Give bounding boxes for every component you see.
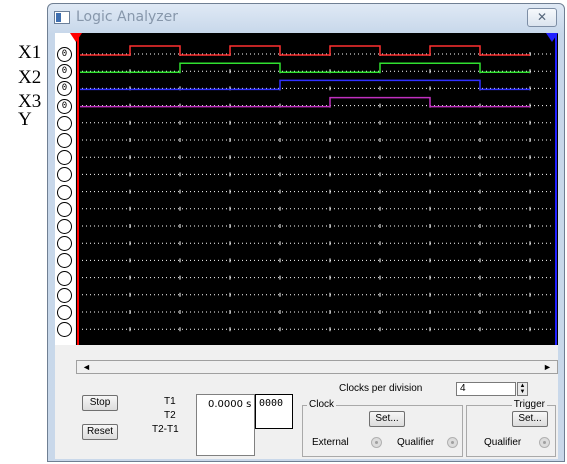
scroll-left-button[interactable]: ◄ [79,362,94,372]
arrow-right-icon: ► [543,362,552,372]
probe-pin-3[interactable]: 0 [57,81,72,97]
probe-pin-4[interactable]: 0 [57,98,72,114]
waveform-svg [77,33,557,345]
probe-pin-6[interactable] [57,133,72,148]
t2-label: T2 [164,410,176,421]
external-radio[interactable] [371,437,382,448]
y-label: Y [18,109,32,130]
counter-readout: 0000 [255,394,293,429]
logic-analyzer-window: Logic Analyzer ✕ 0000 ◄ ► Stop Reset T1 … [47,3,565,462]
time-readout: 0.0000 s [196,394,255,456]
probe-pin-7[interactable] [57,150,72,166]
trigger-group: Trigger Set... Qualifier [466,399,556,457]
stop-button[interactable]: Stop [82,395,118,411]
control-panel: Stop Reset T1 T2 T2-T1 0.0000 s 0000 Clo… [55,379,558,459]
reset-button[interactable]: Reset [82,424,118,440]
clocks-per-division-stepper[interactable]: ▲ ▼ [517,382,528,396]
probe-pin-13[interactable] [57,253,72,269]
window-title: Logic Analyzer [76,9,178,25]
clock-qualifier-radio[interactable] [447,437,458,448]
clocks-per-division-label: Clocks per division [339,383,423,394]
trigger-qualifier-radio[interactable] [539,437,550,448]
trigger-set-button[interactable]: Set... [512,411,548,427]
external-label: External [312,437,349,448]
probe-pin-16[interactable] [57,305,72,320]
cursor-t2-flag-icon [546,33,558,42]
scroll-right-button[interactable]: ► [540,362,555,372]
pin-column: 0000 [55,33,75,345]
cursor-t1-marker[interactable] [70,33,82,43]
title-bar[interactable]: Logic Analyzer ✕ [48,4,564,32]
counter-value: 0000 [259,398,284,409]
x1-label: X1 [18,42,42,63]
trigger-qualifier-label: Qualifier [484,437,522,448]
probe-pin-15[interactable] [57,287,72,303]
clock-qualifier-label: Qualifier [397,437,435,448]
t2-t1-label: T2-T1 [152,424,179,435]
horizontal-scrollbar[interactable]: ◄ ► [76,360,558,374]
t1-time-value: 0.0000 s [208,399,252,410]
probe-pin-2[interactable]: 0 [57,64,72,80]
arrow-left-icon: ◄ [82,362,91,372]
t1-label: T1 [164,396,176,407]
probe-pin-8[interactable] [57,167,72,183]
probe-pin-14[interactable] [57,270,72,286]
cursor-t2-marker[interactable] [546,33,558,43]
clock-set-button[interactable]: Set... [369,411,405,427]
trigger-group-label: Trigger [511,399,547,410]
probe-pin-1[interactable]: 0 [57,47,72,62]
close-icon: ✕ [536,10,548,24]
clocks-per-division-input[interactable]: 4 [456,382,516,396]
clock-group: Clock Set... External Qualifier [302,399,463,457]
x2-label: X2 [18,67,42,88]
probe-pin-11[interactable] [57,219,72,234]
probe-pin-5[interactable] [57,115,72,131]
probe-pin-10[interactable] [57,201,72,217]
close-button[interactable]: ✕ [527,8,557,27]
cursor-t1-flag-icon [70,33,82,42]
logic-analyzer-icon [54,11,70,24]
probe-pin-12[interactable] [57,236,72,252]
waveform-display[interactable] [70,33,558,345]
analyzer-client: 0000 ◄ ► Stop Reset T1 T2 T2-T1 0.0000 s [55,33,558,459]
probe-pin-9[interactable] [57,184,72,200]
clock-group-label: Clock [307,399,337,410]
probe-pin-17[interactable] [57,322,72,338]
